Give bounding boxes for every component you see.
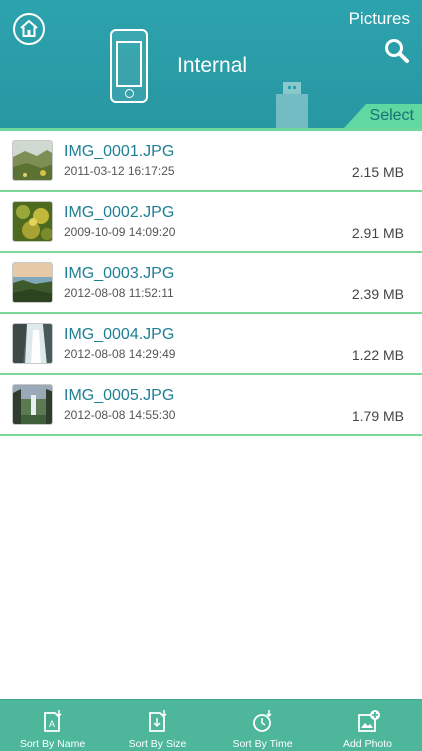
sort-by-time-button[interactable]: Sort By Time xyxy=(210,700,315,751)
file-name: IMG_0005.JPG xyxy=(64,387,175,404)
header: Pictures Internal Select xyxy=(0,0,422,128)
file-size: 2.15 MB xyxy=(351,164,404,180)
select-label: Select xyxy=(369,107,414,124)
sort-by-size-button[interactable]: Sort By Size xyxy=(105,700,210,751)
add-photo-icon xyxy=(358,710,380,732)
storage-label: Internal xyxy=(177,54,248,77)
home-icon xyxy=(20,20,38,37)
svg-text:A: A xyxy=(49,719,55,729)
phone-icon[interactable] xyxy=(110,29,148,103)
file-size: 2.91 MB xyxy=(351,225,404,241)
sort-by-name-button[interactable]: A Sort By Name xyxy=(0,700,105,751)
select-button[interactable]: Select xyxy=(344,104,422,128)
landscape-thumbnail xyxy=(12,140,53,181)
coast-thumbnail xyxy=(12,262,53,303)
usb-drive-icon[interactable] xyxy=(276,82,308,128)
usb-cap xyxy=(283,82,301,94)
bottom-toolbar: A Sort By Name Sort By Size Sort By Time… xyxy=(0,699,422,751)
add-photo-button[interactable]: Add Photo xyxy=(315,700,420,751)
usb-body xyxy=(276,94,308,128)
sort-by-name-label: Sort By Name xyxy=(19,738,86,750)
page-title: Pictures xyxy=(348,9,410,28)
sort-by-size-icon xyxy=(149,710,167,732)
file-name: IMG_0004.JPG xyxy=(64,326,175,343)
valley-thumbnail xyxy=(12,384,53,425)
file-date: 2012-08-08 11:52:11 xyxy=(64,286,174,300)
file-row[interactable]: IMG_0005.JPG 2012-08-08 14:55:30 1.79 MB xyxy=(0,375,422,436)
search-icon xyxy=(385,39,409,63)
sort-by-name-icon: A xyxy=(44,710,62,732)
file-date: 2012-08-08 14:29:49 xyxy=(64,347,176,361)
file-name: IMG_0001.JPG xyxy=(64,143,175,160)
flower-thumbnail xyxy=(12,201,53,242)
file-row[interactable]: IMG_0003.JPG 2012-08-08 11:52:11 2.39 MB xyxy=(0,253,422,314)
file-name: IMG_0002.JPG xyxy=(64,204,175,221)
home-button[interactable] xyxy=(13,13,45,45)
file-row[interactable]: IMG_0001.JPG 2011-03-12 16:17:25 2.15 MB xyxy=(0,131,422,192)
file-date: 2009-10-09 14:09:20 xyxy=(64,225,176,239)
file-list: IMG_0001.JPG 2011-03-12 16:17:25 2.15 MB… xyxy=(0,131,422,436)
add-photo-label: Add Photo xyxy=(342,738,393,750)
sort-by-time-label: Sort By Time xyxy=(232,738,293,750)
search-button[interactable] xyxy=(384,38,410,64)
file-row[interactable]: IMG_0002.JPG 2009-10-09 14:09:20 2.91 MB xyxy=(0,192,422,253)
waterfall-thumbnail xyxy=(12,323,53,364)
file-date: 2012-08-08 14:55:30 xyxy=(64,408,176,422)
sort-by-size-label: Sort By Size xyxy=(128,738,187,750)
file-name: IMG_0003.JPG xyxy=(64,265,175,282)
phone-screen xyxy=(116,41,142,87)
file-row[interactable]: IMG_0004.JPG 2012-08-08 14:29:49 1.22 MB xyxy=(0,314,422,375)
file-size: 1.22 MB xyxy=(351,347,404,363)
file-date: 2011-03-12 16:17:25 xyxy=(64,164,175,178)
file-size: 1.79 MB xyxy=(351,408,404,424)
sort-by-time-icon xyxy=(253,710,272,732)
file-size: 2.39 MB xyxy=(351,286,404,302)
phone-home-key xyxy=(125,89,134,98)
